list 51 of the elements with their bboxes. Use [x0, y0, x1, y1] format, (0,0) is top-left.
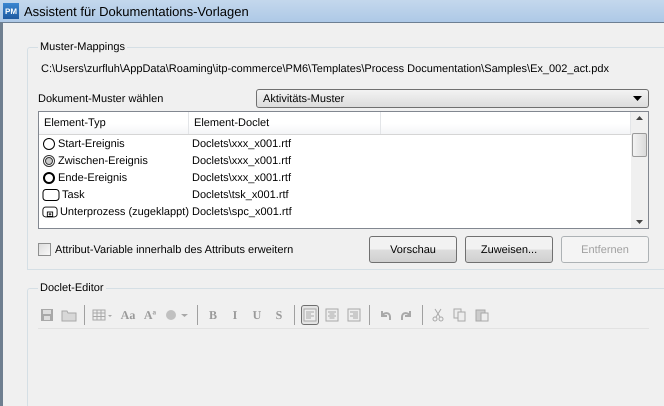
- table-icon: [92, 308, 114, 322]
- column-header[interactable]: Element-Doclet: [189, 112, 381, 134]
- format-tool[interactable]: Aa: [119, 305, 137, 325]
- paste-icon: [475, 308, 489, 322]
- dialog-button[interactable]: Zuweisen...: [465, 236, 553, 263]
- table-cell: Unterprozess (zugeklappt): [39, 204, 189, 218]
- table-cell-text: Doclets\xxx_x001.rtf: [191, 154, 292, 166]
- scrollbar[interactable]: [631, 112, 648, 228]
- table-cell-text: Doclets\spc_x001.rtf: [191, 206, 293, 218]
- subprocess-icon: [42, 204, 58, 218]
- scroll-down-icon[interactable]: [636, 220, 643, 224]
- table-cell: Start-Ereignis: [39, 136, 189, 150]
- circle-icon: [42, 136, 56, 150]
- expand-checkbox[interactable]: Attribut-Variable innerhalb des Attributs erweitern: [38, 243, 294, 256]
- table-cell: Ende-Ereignis: [39, 170, 189, 184]
- pattern-dropdown[interactable]: Aktivitäts-Muster: [256, 89, 649, 108]
- app-icon: PM: [3, 3, 19, 19]
- folder-icon: [61, 308, 77, 322]
- align-right-icon: [347, 308, 361, 322]
- table-cell: Task: [39, 188, 189, 202]
- scissors-icon: [431, 308, 445, 322]
- table-cell: Zwischen-Ereignis: [39, 154, 189, 168]
- format-tool[interactable]: B: [204, 305, 222, 325]
- format-tool[interactable]: Aª: [141, 305, 159, 325]
- align-center-icon: [325, 308, 339, 322]
- rounded-rectangle-icon: [42, 188, 60, 202]
- table-cell-text: Doclets\xxx_x001.rtf: [191, 138, 292, 150]
- toolbar-button[interactable]: [301, 305, 319, 325]
- format-tool[interactable]: I: [226, 305, 244, 325]
- scroll-up-icon[interactable]: [636, 116, 643, 120]
- scroll-thumb[interactable]: [632, 133, 647, 157]
- align-left-icon: [303, 308, 317, 322]
- group-title: Muster-Mappings: [39, 41, 126, 53]
- redo-icon: [400, 308, 414, 322]
- pattern-label: Dokument-Muster wählen: [38, 92, 164, 104]
- copy-icon: [453, 308, 467, 322]
- thick-circle-icon: [42, 170, 56, 184]
- column-header[interactable]: Element-Typ: [39, 112, 189, 134]
- format-tool[interactable]: S: [270, 305, 288, 325]
- group-title: Doclet-Editor: [39, 282, 105, 294]
- format-tool[interactable]: U: [248, 305, 266, 325]
- file-path: C:\Users\zurfluh\AppData\Roaming\itp-commerce\PM6\Templates\Process Documentation\Samples\Ex_002_act.pdx: [41, 63, 610, 75]
- color-picker-icon: [164, 308, 190, 322]
- table-cell-text: Doclets\xxx_x001.rtf: [191, 172, 292, 184]
- dropdown-arrow-icon: [633, 96, 642, 101]
- undo-icon: [378, 308, 392, 322]
- window-title: Assistent für Dokumentations-Vorlagen: [24, 4, 249, 18]
- double-circle-icon: [42, 154, 56, 168]
- table-cell-text: Doclets\tsk_x001.rtf: [191, 188, 290, 200]
- dialog-button[interactable]: Vorschau: [369, 236, 457, 263]
- save-icon: [40, 308, 54, 322]
